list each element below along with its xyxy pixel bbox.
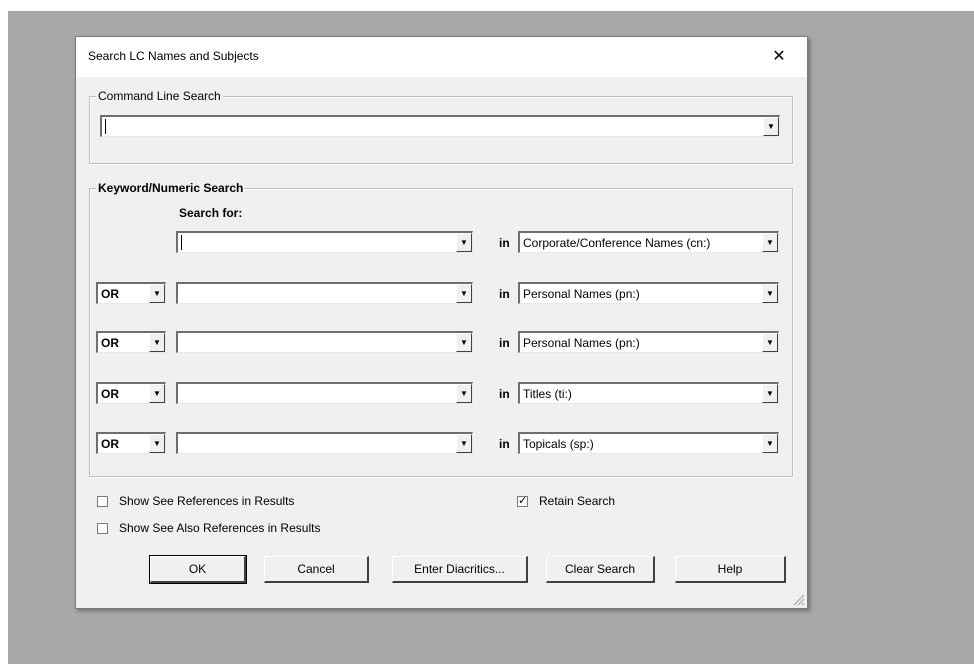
operator-select[interactable]: OR ▼ (96, 382, 166, 404)
close-icon[interactable]: ✕ (764, 43, 794, 71)
operator-value: OR (101, 287, 119, 301)
command-line-legend: Command Line Search (96, 89, 223, 104)
chevron-down-icon[interactable]: ▼ (762, 233, 778, 252)
chevron-down-icon[interactable]: ▼ (456, 333, 472, 352)
search-for-label: Search for: (179, 206, 243, 220)
index-value: Corporate/Conference Names (cn:) (523, 236, 711, 250)
operator-value: OR (101, 336, 119, 350)
chevron-down-icon[interactable]: ▼ (149, 434, 165, 453)
operator-select[interactable]: OR ▼ (96, 432, 166, 454)
show-see-refs-label[interactable]: Show See References in Results (119, 494, 294, 508)
in-label: in (499, 236, 510, 250)
enter-diacritics-button[interactable]: Enter Diacritics... (392, 556, 528, 583)
operator-select[interactable]: OR ▼ (96, 282, 166, 304)
chevron-down-icon[interactable]: ▼ (456, 284, 472, 303)
ok-button[interactable]: OK (149, 555, 247, 584)
chevron-down-icon[interactable]: ▼ (456, 384, 472, 403)
chevron-down-icon[interactable]: ▼ (763, 117, 779, 136)
in-label: in (499, 287, 510, 301)
chevron-down-icon[interactable]: ▼ (762, 384, 778, 403)
text-caret (105, 119, 106, 134)
text-caret (181, 235, 182, 250)
search-dialog: Search LC Names and Subjects ✕ Command L… (75, 36, 808, 609)
chevron-down-icon[interactable]: ▼ (149, 284, 165, 303)
retain-search-checkbox[interactable]: ✓ (517, 496, 528, 507)
cancel-button[interactable]: Cancel (264, 556, 369, 583)
index-value: Personal Names (pn:) (523, 287, 640, 301)
chevron-down-icon[interactable]: ▼ (456, 233, 472, 252)
in-label: in (499, 437, 510, 451)
search-term-input[interactable]: ▼ (176, 331, 473, 353)
operator-select[interactable]: OR ▼ (96, 331, 166, 353)
index-value: Topicals (sp:) (523, 437, 594, 451)
in-label: in (499, 336, 510, 350)
show-see-also-refs-label[interactable]: Show See Also References in Results (119, 521, 320, 535)
chevron-down-icon[interactable]: ▼ (149, 333, 165, 352)
index-value: Titles (ti:) (523, 387, 572, 401)
chevron-down-icon[interactable]: ▼ (762, 333, 778, 352)
index-select[interactable]: Corporate/Conference Names (cn:) ▼ (518, 231, 779, 253)
search-term-input[interactable]: ▼ (176, 432, 473, 454)
operator-value: OR (101, 437, 119, 451)
operator-value: OR (101, 387, 119, 401)
dialog-title: Search LC Names and Subjects (88, 49, 259, 63)
keyword-search-group: Keyword/Numeric Search Search for: ▼ in … (89, 181, 793, 477)
clear-search-button[interactable]: Clear Search (546, 556, 655, 583)
chevron-down-icon[interactable]: ▼ (456, 434, 472, 453)
show-see-also-refs-checkbox[interactable] (97, 523, 108, 534)
index-select[interactable]: Personal Names (pn:) ▼ (518, 331, 779, 353)
in-label: in (499, 387, 510, 401)
resize-grip-icon[interactable] (793, 594, 805, 606)
keyword-legend: Keyword/Numeric Search (96, 181, 246, 196)
help-button[interactable]: Help (675, 556, 786, 583)
index-select[interactable]: Topicals (sp:) ▼ (518, 432, 779, 454)
show-see-refs-checkbox[interactable] (97, 496, 108, 507)
search-term-input[interactable]: ▼ (176, 282, 473, 304)
command-line-input[interactable]: ▼ (100, 115, 780, 137)
index-select[interactable]: Titles (ti:) ▼ (518, 382, 779, 404)
search-term-input[interactable]: ▼ (176, 382, 473, 404)
chevron-down-icon[interactable]: ▼ (762, 284, 778, 303)
chevron-down-icon[interactable]: ▼ (762, 434, 778, 453)
title-bar: Search LC Names and Subjects ✕ (76, 37, 807, 77)
index-value: Personal Names (pn:) (523, 336, 640, 350)
search-term-input[interactable]: ▼ (176, 231, 473, 253)
index-select[interactable]: Personal Names (pn:) ▼ (518, 282, 779, 304)
command-line-group: Command Line Search ▼ (89, 89, 793, 164)
retain-search-label[interactable]: Retain Search (539, 494, 615, 508)
chevron-down-icon[interactable]: ▼ (149, 384, 165, 403)
